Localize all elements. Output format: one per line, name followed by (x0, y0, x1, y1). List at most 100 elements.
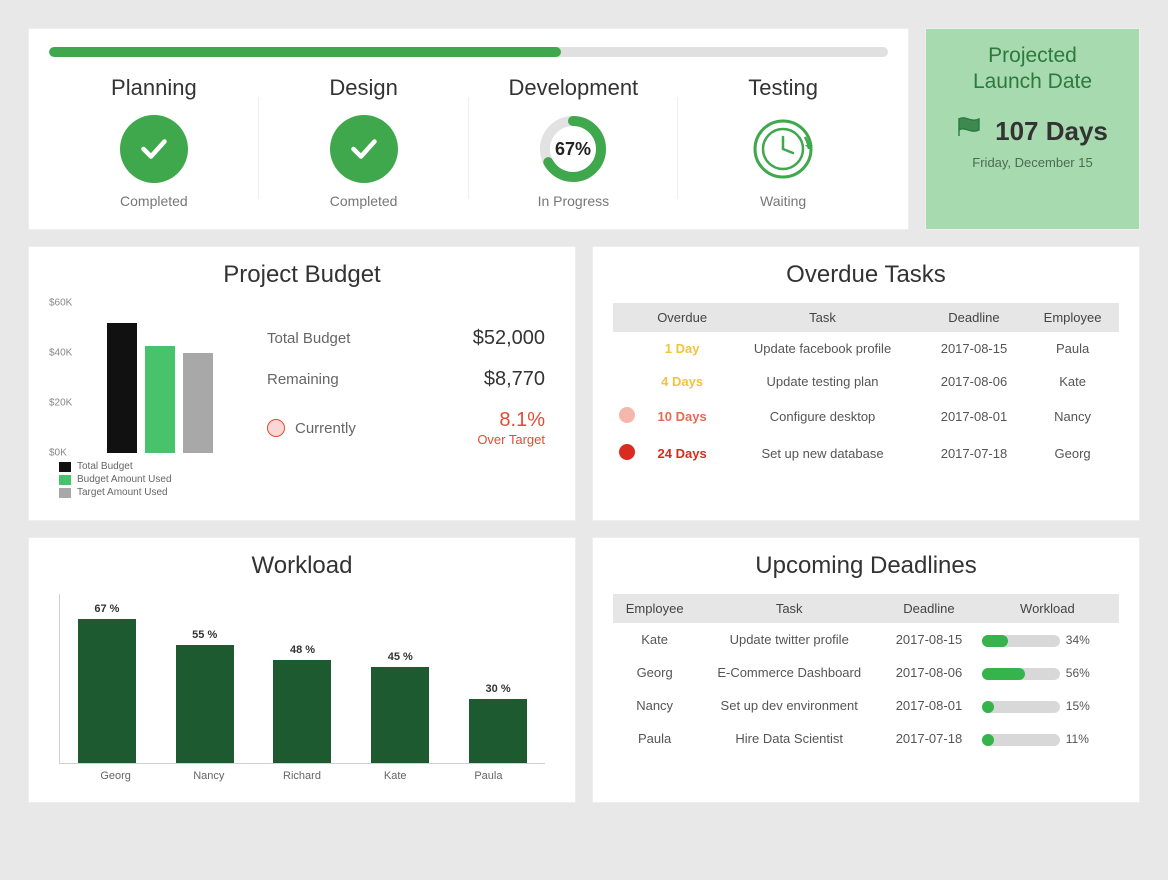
table-header: Overdue (641, 303, 723, 332)
bar-value-label: 30 % (461, 683, 535, 695)
panel-title: Workload (49, 552, 555, 580)
table-header: Deadline (882, 594, 976, 623)
phase-testing: Testing Waiting (678, 75, 888, 209)
budget-bar (145, 346, 175, 454)
cell-workload: 34% (976, 623, 1119, 656)
clock-icon (749, 115, 817, 183)
workload-pct-label: 56% (1066, 666, 1090, 680)
workload-progress-fill (982, 635, 1009, 647)
phase-title: Design (259, 75, 469, 101)
table-row: KateUpdate twitter profile2017-08-1534% (613, 623, 1119, 656)
panel-title: Upcoming Deadlines (613, 552, 1119, 580)
table-header: Task (723, 303, 922, 332)
cell-deadline: 2017-07-18 (922, 435, 1026, 472)
workload-bar-chart: 67 % 55 % 48 % 45 % 30 % (59, 594, 545, 764)
x-tick-label: Georg (69, 770, 162, 782)
x-tick-label: Nancy (162, 770, 255, 782)
bar-value-label: 45 % (363, 651, 437, 663)
cell-deadline: 2017-08-15 (922, 332, 1026, 365)
cell-employee: Kate (613, 623, 696, 656)
currently-label: Currently (295, 420, 356, 437)
remaining-label: Remaining (267, 371, 339, 388)
table-header: Task (696, 594, 882, 623)
cell-deadline: 2017-08-06 (922, 365, 1026, 398)
severity-dot-icon (619, 444, 635, 460)
overdue-value: 1 Day (641, 332, 723, 365)
check-icon (120, 115, 188, 183)
cell-employee: Kate (1026, 365, 1119, 398)
cell-deadline: 2017-08-06 (882, 656, 976, 689)
phase-progress-card: PlanningCompletedDesignCompletedDevelopm… (28, 28, 909, 230)
phase-status: Completed (259, 193, 469, 209)
budget-bar (107, 323, 137, 453)
total-budget-value: $52,000 (473, 327, 545, 350)
table-header: Workload (976, 594, 1119, 623)
severity-dot-icon (619, 407, 635, 423)
table-row: NancySet up dev environment2017-08-0115% (613, 689, 1119, 722)
budget-bar-chart: $60K$40K$20K$0K Total BudgetBudget Amoun… (49, 303, 249, 500)
phase-status: In Progress (469, 193, 679, 209)
cell-deadline: 2017-07-18 (882, 722, 976, 755)
phase-list: PlanningCompletedDesignCompletedDevelopm… (49, 75, 888, 209)
panel-title: Project Budget (49, 261, 555, 289)
phase-status: Completed (49, 193, 259, 209)
phase-title: Development (469, 75, 679, 101)
workload-bar: 55 % (168, 629, 242, 763)
workload-progress-track (982, 734, 1060, 746)
cell-workload: 56% (976, 656, 1119, 689)
workload-bar: 48 % (266, 644, 340, 763)
workload-progress-fill (982, 701, 994, 713)
panel-title: Overdue Tasks (613, 261, 1119, 289)
overall-progress-fill (49, 47, 561, 57)
overdue-value: 4 Days (641, 365, 723, 398)
table-header (613, 303, 641, 332)
bar-value-label: 55 % (168, 629, 242, 641)
y-tick-label: $60K (49, 298, 72, 309)
legend-item: Total Budget (59, 461, 249, 472)
upcoming-deadlines-panel: Upcoming Deadlines EmployeeTaskDeadlineW… (592, 537, 1140, 803)
phase-development: Development67%In Progress (469, 75, 679, 209)
cell-task: E-Commerce Dashboard (696, 656, 882, 689)
overdue-table: OverdueTaskDeadlineEmployee 1 DayUpdate … (613, 303, 1119, 472)
launch-days: 107 Days (995, 116, 1108, 147)
warning-dot-icon (267, 419, 285, 437)
table-row: 4 DaysUpdate testing plan2017-08-06Kate (613, 365, 1119, 398)
x-tick-label: Richard (255, 770, 348, 782)
cell-employee: Nancy (1026, 398, 1119, 435)
phase-status: Waiting (678, 193, 888, 209)
workload-pct-label: 15% (1066, 699, 1090, 713)
table-row: 10 DaysConfigure desktop2017-08-01Nancy (613, 398, 1119, 435)
overall-progress-track (49, 47, 888, 57)
workload-bar: 45 % (363, 651, 437, 763)
table-row: 1 DayUpdate facebook profile2017-08-15Pa… (613, 332, 1119, 365)
legend-swatch-icon (59, 462, 71, 472)
cell-task: Update facebook profile (723, 332, 922, 365)
legend-item: Target Amount Used (59, 487, 249, 498)
launch-title: ProjectedLaunch Date (936, 43, 1129, 96)
legend-swatch-icon (59, 475, 71, 485)
table-row: GeorgE-Commerce Dashboard2017-08-06 56% (613, 656, 1119, 689)
over-target-value: 8.1% Over Target (477, 409, 545, 447)
cell-employee: Nancy (613, 689, 696, 722)
cell-workload: 15% (976, 689, 1119, 722)
bar-value-label: 67 % (70, 603, 144, 615)
phase-title: Testing (678, 75, 888, 101)
workload-progress-fill (982, 668, 1026, 680)
overdue-tasks-panel: Overdue Tasks OverdueTaskDeadlineEmploye… (592, 246, 1140, 521)
table-header: Deadline (922, 303, 1026, 332)
cell-task: Update testing plan (723, 365, 922, 398)
workload-progress-track (982, 668, 1060, 680)
cell-deadline: 2017-08-01 (922, 398, 1026, 435)
budget-bar (183, 353, 213, 453)
cell-employee: Georg (613, 656, 696, 689)
workload-panel: Workload 67 % 55 % 48 % 45 % 30 % GeorgNancy… (28, 537, 576, 803)
workload-progress-fill (982, 734, 994, 746)
table-header: Employee (613, 594, 696, 623)
cell-task: Set up dev environment (696, 689, 882, 722)
cell-task: Update twitter profile (696, 623, 882, 656)
cell-task: Set up new database (723, 435, 922, 472)
upcoming-table: EmployeeTaskDeadlineWorkload KateUpdate … (613, 594, 1119, 755)
table-row: PaulaHire Data Scientist2017-07-1811% (613, 722, 1119, 755)
workload-bar: 30 % (461, 683, 535, 763)
workload-progress-track (982, 701, 1060, 713)
